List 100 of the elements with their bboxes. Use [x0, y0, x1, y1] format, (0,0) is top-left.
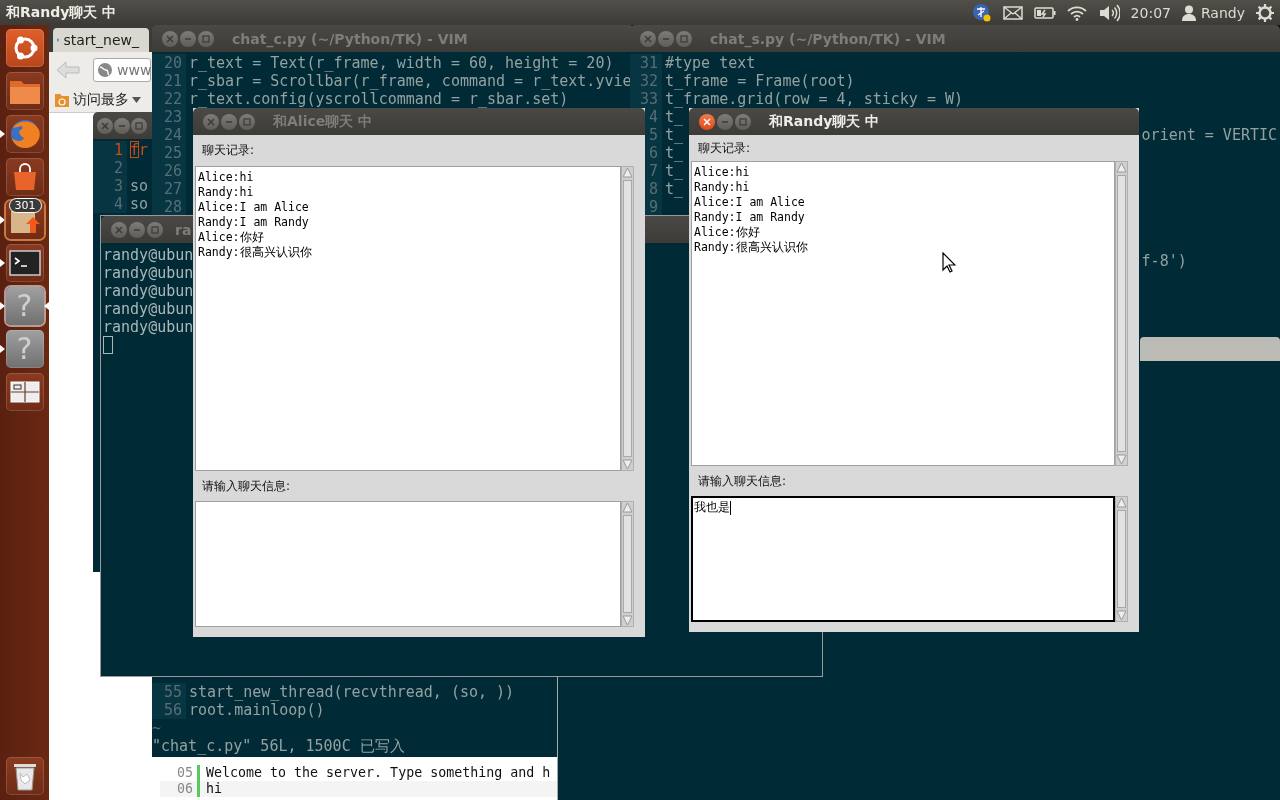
- chat-message: Alice:I am Alice: [198, 200, 310, 215]
- user-icon[interactable]: [1181, 4, 1196, 21]
- code-line: f-8'): [1140, 252, 1187, 270]
- code-line: r_text.config(yscrollcommand = r_sbar.set): [188, 90, 569, 108]
- input-method-icon[interactable]: [971, 2, 992, 23]
- window-title: 和Randy聊天 中: [6, 3, 117, 22]
- code-line: r_sbar = Scrollbar(r_frame, command = r_text.yvie: [188, 72, 632, 90]
- message-input[interactable]: 我也是: [691, 496, 1115, 622]
- line-number: 28: [152, 198, 186, 216]
- scrollbar[interactable]: [621, 166, 634, 471]
- chat-message: Randy:I am Randy: [198, 215, 310, 230]
- status-line: "chat_c.py" 56L, 1500C 已写入: [152, 737, 406, 757]
- line-number: 4: [93, 195, 127, 213]
- line-number: 33: [630, 90, 662, 108]
- history-label: 聊天记录:: [698, 139, 751, 157]
- chat-message: Randy:hi: [198, 185, 255, 200]
- scroll-thumb[interactable]: [1117, 510, 1126, 608]
- message-input[interactable]: [195, 501, 621, 627]
- chat-message: Alice:hi: [198, 170, 255, 185]
- minimize-button[interactable]: [658, 30, 674, 47]
- caret-icon[interactable]: [132, 97, 141, 103]
- window-title: 和Randy聊天 中: [769, 112, 880, 131]
- launcher-item[interactable]: [5, 29, 44, 67]
- chat-message: Alice:hi: [694, 165, 751, 180]
- minimize-button[interactable]: [129, 221, 145, 238]
- line-number: 31: [630, 54, 662, 72]
- launcher-item[interactable]: [5, 244, 44, 282]
- code-line: t_: [664, 180, 684, 198]
- scrollbar[interactable]: [621, 501, 634, 627]
- output-line: hi: [205, 781, 222, 797]
- scroll-thumb[interactable]: [623, 180, 632, 457]
- minimize-button[interactable]: [180, 30, 196, 47]
- close-icon: [207, 117, 215, 126]
- prompt-line: randy@ubun: [103, 282, 194, 300]
- user-name[interactable]: Randy: [1200, 4, 1245, 21]
- launcher-item[interactable]: [5, 158, 44, 196]
- launcher-item[interactable]: 301: [5, 201, 44, 239]
- line-number: 27: [152, 180, 186, 198]
- minimize-button[interactable]: [221, 113, 237, 130]
- maximize-icon: [202, 34, 210, 43]
- scrollbar[interactable]: [1115, 161, 1128, 466]
- chat-message: Randy:I am Randy: [694, 210, 806, 225]
- window-title: ra: [175, 221, 192, 238]
- terminal-icon: [8, 250, 41, 276]
- minimize-button[interactable]: [114, 117, 130, 134]
- trash-icon: [11, 761, 38, 791]
- tab-title: start_new_: [63, 32, 139, 48]
- close-button[interactable]: [699, 113, 715, 130]
- battery-icon[interactable]: [1033, 6, 1056, 19]
- scroll-thumb[interactable]: [623, 515, 632, 613]
- globe-icon: [8, 118, 41, 150]
- line-number: 55: [152, 683, 186, 701]
- line-number: 32: [630, 72, 662, 90]
- unknown-app-glyph: ?: [16, 334, 33, 364]
- chat-message: Alice:你好: [198, 230, 265, 245]
- prompt-line: randy@ubun: [103, 318, 194, 336]
- chat-message: Randy:很高兴认识你: [198, 245, 313, 260]
- window-title: chat_c.py (~/Python/TK) - VIM: [232, 30, 468, 47]
- maximize-button[interactable]: [198, 30, 214, 47]
- chat-message: Randy:很高兴认识你: [694, 240, 809, 255]
- maximize-icon: [243, 117, 251, 126]
- output-line: Welcome to the server. Type something and h: [205, 765, 551, 781]
- close-icon: [703, 117, 711, 126]
- line-number: 1: [93, 141, 127, 159]
- notification-count: 301: [8, 198, 42, 213]
- prompt-line: randy@ubun: [103, 264, 194, 282]
- code-line: root.mainloop(): [188, 701, 325, 719]
- bookmark-folder[interactable]: 访问最多: [73, 91, 129, 109]
- input-label: 请输入聊天信息:: [698, 472, 787, 490]
- scroll-thumb[interactable]: [1117, 175, 1126, 452]
- mail-icon[interactable]: [1002, 5, 1023, 20]
- clock[interactable]: 20:07: [1130, 4, 1171, 21]
- launcher-item[interactable]: [5, 72, 44, 110]
- browser-tab[interactable]: start_new_: [53, 28, 149, 52]
- maximize-icon: [680, 34, 688, 43]
- wifi-icon[interactable]: [1066, 4, 1087, 21]
- maximize-button[interactable]: [676, 30, 692, 47]
- maximize-button[interactable]: [239, 113, 255, 130]
- code-line: t_frame.grid(row = 4, sticky = W): [664, 90, 963, 108]
- line-number: 24: [152, 126, 186, 144]
- launcher-item[interactable]: [5, 757, 44, 795]
- settings-icon[interactable]: [1256, 3, 1274, 22]
- line-number: 3: [93, 177, 127, 195]
- unknown-app-glyph: ?: [16, 291, 33, 321]
- line-number: 06: [160, 781, 200, 797]
- folder-icon: [54, 92, 70, 108]
- chat-message: Randy:hi: [694, 180, 751, 195]
- maximize-icon: [135, 121, 143, 130]
- maximize-button[interactable]: [147, 221, 163, 238]
- volume-icon[interactable]: [1097, 3, 1120, 22]
- launcher-item[interactable]: [5, 373, 44, 411]
- maximize-button[interactable]: [131, 117, 147, 134]
- line-number: 20: [152, 54, 186, 72]
- window-title: 和Alice聊天 中: [273, 112, 373, 131]
- maximize-icon: [151, 225, 159, 234]
- maximize-button[interactable]: [735, 113, 751, 130]
- back-icon[interactable]: [55, 60, 81, 80]
- scrollbar[interactable]: [1115, 496, 1128, 622]
- close-icon: [101, 121, 109, 130]
- code-line: so: [129, 195, 149, 213]
